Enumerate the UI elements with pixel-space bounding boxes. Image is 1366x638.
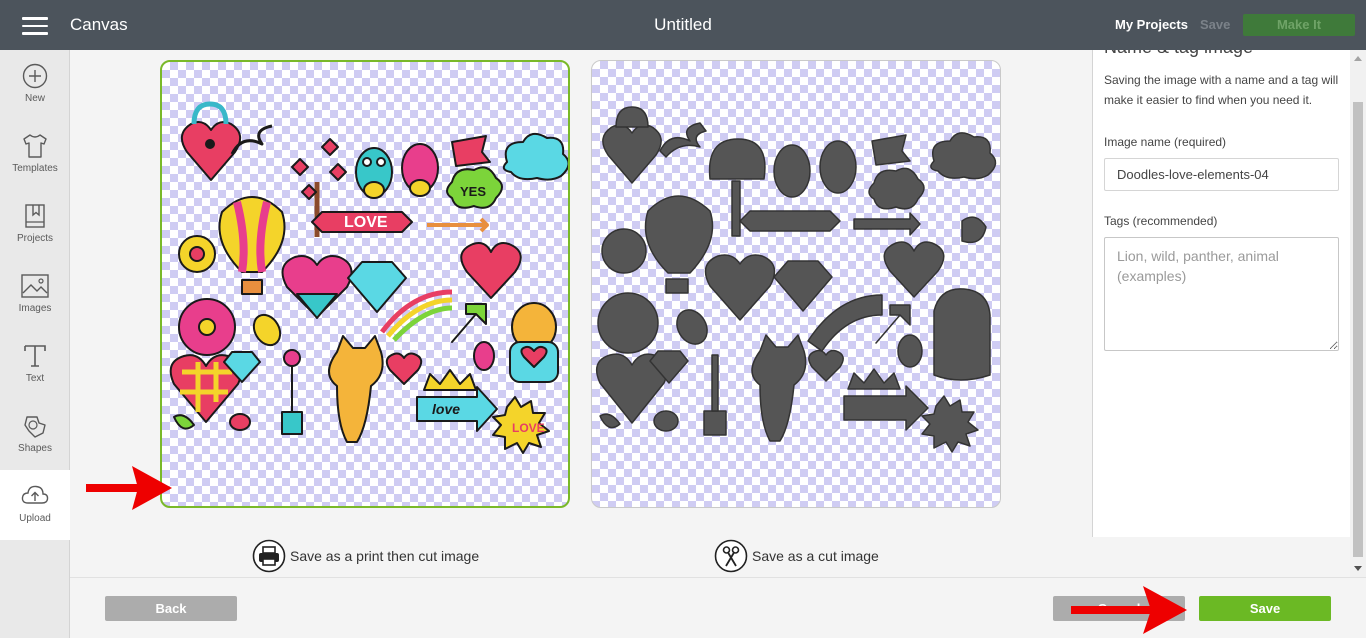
vertical-scrollbar[interactable]	[1350, 50, 1366, 577]
doodles-silhouette-artwork	[595, 106, 997, 453]
shapes-icon	[24, 416, 46, 438]
sidebar-item-text[interactable]: Text	[0, 330, 70, 400]
svg-text:LOVE: LOVE	[344, 214, 388, 231]
scrollbar-thumb[interactable]	[1353, 102, 1363, 557]
sidebar-item-label: Text	[25, 373, 45, 384]
image-name-label: Image name (required)	[1104, 135, 1227, 149]
sidebar-item-projects[interactable]: Projects	[0, 190, 70, 260]
menu-icon[interactable]	[22, 17, 48, 35]
name-tag-panel: Name & tag image Saving the image with a…	[1092, 50, 1350, 537]
main-area: LOVE YES love LOVE Save as a print then …	[70, 50, 1092, 577]
image-icon	[21, 274, 49, 298]
make-it-button[interactable]: Make It	[1243, 14, 1355, 36]
sidebar-item-upload[interactable]: Upload	[0, 470, 70, 540]
footer-bar: Back Cancel Save	[70, 577, 1366, 638]
scissors-icon	[714, 539, 748, 573]
sidebar-item-label: Images	[18, 303, 52, 314]
tshirt-icon	[23, 134, 47, 158]
sidebar-item-label: Projects	[16, 233, 54, 244]
left-sidebar: New Templates Projects Images Text Shape…	[0, 50, 70, 638]
scroll-up-icon[interactable]	[1354, 56, 1362, 61]
app-brand: Canvas	[70, 15, 128, 34]
panel-description: Saving the image with a name and a tag w…	[1104, 73, 1339, 107]
svg-text:love: love	[432, 401, 460, 417]
top-bar: Canvas Untitled My Projects Save Make It	[0, 0, 1366, 50]
sidebar-item-label: Shapes	[18, 443, 52, 454]
cloud-upload-icon	[21, 485, 49, 504]
cancel-button[interactable]: Cancel	[1053, 596, 1185, 621]
panel-heading: Name & tag image	[1104, 50, 1253, 58]
cut-label: Save as a cut image	[752, 548, 879, 564]
sidebar-item-shapes[interactable]: Shapes	[0, 400, 70, 470]
print-then-cut-preview[interactable]: LOVE YES love LOVE	[160, 60, 570, 508]
print-then-cut-label: Save as a print then cut image	[290, 548, 480, 564]
cut-preview[interactable]	[591, 60, 1001, 508]
sidebar-item-label: New	[24, 93, 45, 104]
text-icon	[24, 345, 46, 367]
sidebar-item-label: Templates	[12, 163, 58, 174]
sidebar-item-templates[interactable]: Templates	[0, 120, 70, 190]
svg-text:YES: YES	[460, 184, 486, 199]
my-projects-link[interactable]: My Projects	[1115, 17, 1188, 32]
document-title[interactable]: Untitled	[654, 15, 712, 34]
svg-text:LOVE: LOVE	[512, 421, 545, 435]
sidebar-item-label: Upload	[19, 513, 51, 524]
printer-icon	[252, 539, 286, 573]
sidebar-item-new[interactable]: New	[0, 50, 70, 120]
save-button[interactable]: Save	[1199, 596, 1331, 621]
tags-label: Tags (recommended)	[1104, 214, 1218, 228]
bookmark-icon	[25, 204, 45, 228]
plus-circle-icon	[22, 63, 48, 89]
back-button[interactable]: Back	[105, 596, 237, 621]
sidebar-item-images[interactable]: Images	[0, 260, 70, 330]
tags-textarea[interactable]	[1104, 237, 1339, 351]
image-name-input[interactable]	[1104, 158, 1339, 191]
scroll-down-icon[interactable]	[1354, 566, 1362, 571]
print-then-cut-option[interactable]: Save as a print then cut image	[252, 539, 479, 573]
cut-option[interactable]: Save as a cut image	[714, 539, 879, 573]
top-save-button[interactable]: Save	[1200, 17, 1230, 32]
doodles-color-artwork: LOVE YES love LOVE	[169, 101, 568, 454]
